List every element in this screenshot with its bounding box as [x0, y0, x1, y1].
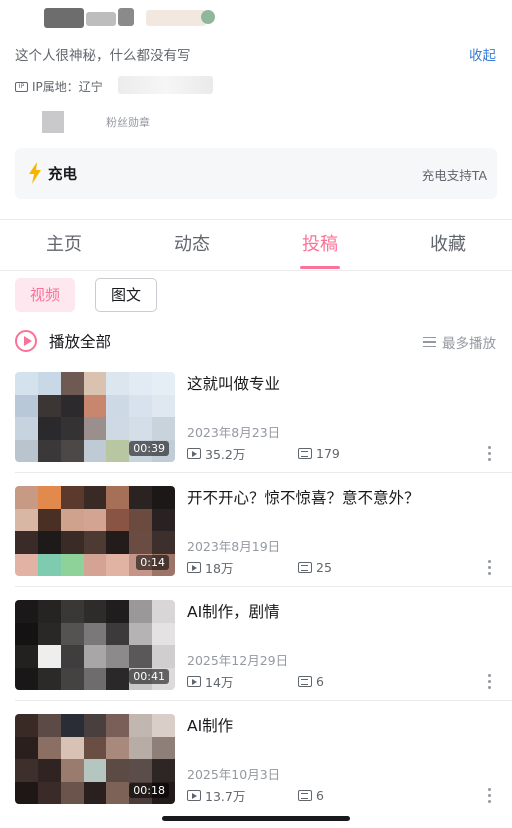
- video-thumbnail[interactable]: 00:18: [15, 714, 175, 804]
- tab-uploads[interactable]: 投稿: [256, 220, 384, 270]
- video-item[interactable]: 0:14 开不开心？惊不惊喜？意不意外？ 2023年8月19日 18万 25: [0, 486, 512, 600]
- fans-badge-label: 粉丝勋章: [106, 116, 150, 129]
- charge-panel[interactable]: 充电 充电支持TA: [15, 148, 497, 199]
- video-stats: 14万 6: [187, 672, 324, 691]
- video-date: 2025年10月3日: [187, 767, 281, 782]
- play-count-icon: [187, 562, 201, 573]
- home-indicator[interactable]: [162, 816, 350, 821]
- play-all-label: 播放全部: [49, 333, 112, 351]
- divider: [15, 472, 512, 473]
- filter-video[interactable]: 视频: [15, 278, 76, 312]
- video-duration: 00:39: [129, 441, 169, 456]
- ip-icon: IP: [15, 81, 28, 92]
- danmaku-icon: [298, 676, 312, 687]
- danmaku-icon: [298, 790, 312, 801]
- ip-detail-blurred: [118, 76, 213, 94]
- video-title[interactable]: AI制作: [187, 714, 233, 736]
- view-count: 14万: [205, 675, 234, 690]
- view-count: 35.2万: [205, 447, 246, 462]
- ip-location: IP IP属地：辽宁: [15, 78, 103, 95]
- danmaku-icon: [298, 562, 312, 573]
- charge-support-button[interactable]: 充电支持TA: [422, 165, 487, 184]
- view-count: 13.7万: [205, 789, 246, 804]
- more-options-icon[interactable]: [488, 560, 492, 578]
- play-all-button[interactable]: 播放全部: [15, 330, 111, 352]
- video-item[interactable]: 00:41 AI制作，剧情 2025年12月29日 14万 6: [0, 600, 512, 714]
- play-count-icon: [187, 790, 201, 801]
- view-count: 18万: [205, 561, 234, 576]
- video-thumbnail[interactable]: 00:39: [15, 372, 175, 462]
- danmaku-count: 25: [316, 560, 332, 575]
- video-date: 2023年8月23日: [187, 425, 281, 440]
- tab-home[interactable]: 主页: [0, 220, 128, 270]
- video-title[interactable]: 这就叫做专业: [187, 372, 280, 394]
- video-duration: 00:41: [129, 669, 169, 684]
- video-thumbnail[interactable]: 00:41: [15, 600, 175, 690]
- video-stats: 35.2万 179: [187, 444, 340, 463]
- ip-label: IP属地：辽宁: [32, 80, 103, 94]
- collapse-button[interactable]: 收起: [469, 44, 496, 64]
- sort-label: 最多播放: [442, 336, 496, 352]
- more-options-icon[interactable]: [488, 674, 492, 692]
- profile-tabs: 主页 动态 投稿 收藏: [0, 220, 512, 270]
- video-duration: 00:18: [129, 783, 169, 798]
- danmaku-count: 6: [316, 674, 324, 689]
- fans-badge-avatar: [42, 111, 64, 133]
- more-options-icon[interactable]: [488, 788, 492, 806]
- username-blurred: [36, 6, 216, 30]
- tab-dynamic[interactable]: 动态: [128, 220, 256, 270]
- video-item[interactable]: 00:18 AI制作 2025年10月3日 13.7万 6: [0, 714, 512, 828]
- filter-article[interactable]: 图文: [95, 278, 158, 312]
- tab-favorites[interactable]: 收藏: [384, 220, 512, 270]
- video-item[interactable]: 00:39 这就叫做专业 2023年8月23日 35.2万 179: [0, 372, 512, 486]
- fans-badge-row[interactable]: 粉丝勋章: [42, 111, 150, 133]
- video-thumbnail[interactable]: 0:14: [15, 486, 175, 576]
- danmaku-count: 6: [316, 788, 324, 803]
- video-title[interactable]: 开不开心？惊不惊喜？意不意外？: [187, 486, 420, 508]
- video-title[interactable]: AI制作，剧情: [187, 600, 280, 622]
- lightning-icon: [29, 162, 41, 184]
- video-stats: 18万 25: [187, 558, 332, 577]
- play-count-icon: [187, 448, 201, 459]
- video-stats: 13.7万 6: [187, 786, 324, 805]
- more-options-icon[interactable]: [488, 446, 492, 464]
- list-sort-icon: [423, 337, 436, 347]
- divider: [15, 700, 512, 701]
- danmaku-count: 179: [316, 446, 340, 461]
- video-date: 2025年12月29日: [187, 653, 289, 668]
- play-count-icon: [187, 676, 201, 687]
- sort-button[interactable]: 最多播放: [423, 332, 496, 352]
- divider: [0, 270, 512, 271]
- play-circle-icon: [15, 330, 37, 352]
- video-duration: 0:14: [136, 555, 169, 570]
- bio-text: 这个人很神秘，什么都没有写: [15, 48, 191, 64]
- danmaku-icon: [298, 448, 312, 459]
- video-date: 2023年8月19日: [187, 539, 281, 554]
- divider: [15, 586, 512, 587]
- charge-title: 充电: [48, 167, 77, 183]
